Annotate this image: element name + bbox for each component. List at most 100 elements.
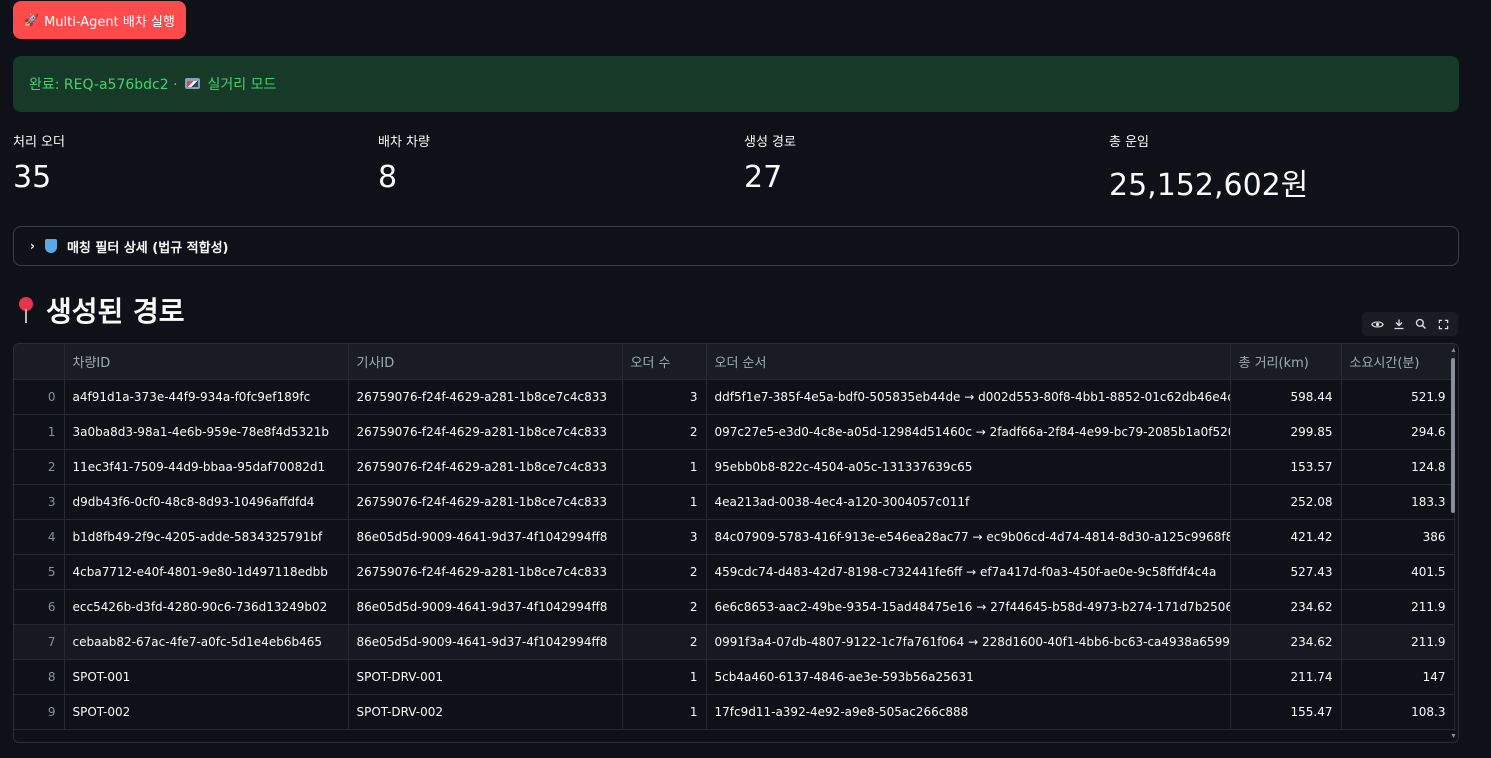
order-sequence-cell[interactable]: ddf5f1e7-385f-4e5a-bdf0-505835eb44de → d…: [706, 379, 1231, 415]
vehicle-id-cell[interactable]: SPOT-001: [64, 659, 349, 695]
order-count-cell[interactable]: 2: [622, 554, 707, 590]
driver-id-cell[interactable]: 26759076-f24f-4629-a281-1b8ce7c4c833: [348, 449, 623, 485]
row-index[interactable]: 3: [14, 484, 65, 520]
row-index[interactable]: 4: [14, 519, 65, 555]
order-count-cell[interactable]: 1: [622, 449, 707, 485]
eye-icon[interactable]: [1369, 316, 1385, 332]
column-header-driver-id[interactable]: 기사ID: [348, 344, 623, 380]
vehicle-id-cell[interactable]: ecc5426b-d3fd-4280-90c6-736d13249b02: [64, 589, 349, 625]
order-count-cell[interactable]: 2: [622, 414, 707, 450]
total-distance-cell[interactable]: 234.62: [1230, 589, 1342, 625]
column-header-duration[interactable]: 소요시간(분): [1341, 344, 1455, 380]
table-row[interactable]: 8 SPOT-001 SPOT-DRV-001 1 5cb4a460-6137-4846…: [14, 659, 1455, 695]
duration-cell[interactable]: 211.9: [1341, 589, 1455, 625]
driver-id-cell[interactable]: 26759076-f24f-4629-a281-1b8ce7c4c833: [348, 554, 623, 590]
duration-cell[interactable]: 386: [1341, 519, 1455, 555]
total-distance-cell[interactable]: 234.62: [1230, 624, 1342, 660]
table-row[interactable]: 5 4cba7712-e40f-4801-9e80-1d497118edbb 267…: [14, 554, 1455, 590]
column-header-order-count[interactable]: 오더 수: [622, 344, 707, 380]
duration-cell[interactable]: 211.9: [1341, 624, 1455, 660]
driver-id-cell[interactable]: 26759076-f24f-4629-a281-1b8ce7c4c833: [348, 379, 623, 415]
duration-cell[interactable]: 401.5: [1341, 554, 1455, 590]
total-distance-cell[interactable]: 421.42: [1230, 519, 1342, 555]
metric-value: 35: [13, 160, 52, 195]
order-count-cell[interactable]: 2: [622, 589, 707, 625]
driver-id-cell[interactable]: SPOT-DRV-002: [348, 694, 623, 730]
duration-cell[interactable]: 124.8: [1341, 449, 1455, 485]
table-row[interactable]: 9 SPOT-002 SPOT-DRV-002 1 17fc9d11-a392-4e92…: [14, 694, 1455, 730]
order-count-cell[interactable]: 3: [622, 519, 707, 555]
duration-cell[interactable]: 521.9: [1341, 379, 1455, 415]
order-sequence-cell[interactable]: 95ebb0b8-822c-4504-a05c-131337639c65: [706, 449, 1231, 485]
table-row[interactable]: 2 11ec3f41-7509-44d9-bbaa-95daf70082d1 267…: [14, 449, 1455, 485]
order-count-cell[interactable]: 1: [622, 694, 707, 730]
order-sequence-cell[interactable]: 6e6c8653-aac2-49be-9354-15ad48475e16 → 2…: [706, 589, 1231, 625]
driver-id-cell[interactable]: 86e05d5d-9009-4641-9d37-4f1042994ff8: [348, 519, 623, 555]
driver-id-cell[interactable]: 86e05d5d-9009-4641-9d37-4f1042994ff8: [348, 624, 623, 660]
table-row[interactable]: 4 b1d8fb49-2f9c-4205-adde-5834325791bf 86e…: [14, 519, 1455, 555]
vehicle-id-cell[interactable]: SPOT-002: [64, 694, 349, 730]
vehicle-id-cell[interactable]: 3a0ba8d3-98a1-4e6b-959e-78e8f4d5321b: [64, 414, 349, 450]
fullscreen-icon[interactable]: [1435, 316, 1451, 332]
total-distance-cell[interactable]: 527.43: [1230, 554, 1342, 590]
filter-details-expander[interactable]: › 매칭 필터 상세 (법규 적합성): [13, 226, 1459, 266]
routes-table[interactable]: 차량ID 기사ID 오더 수 오더 순서 총 거리(km) 소요시간(분) 0a…: [13, 343, 1459, 743]
order-count-cell[interactable]: 1: [622, 484, 707, 520]
scroll-up-icon[interactable]: ▲: [1450, 347, 1457, 354]
order-count-cell[interactable]: 3: [622, 379, 707, 415]
row-index[interactable]: 7: [14, 624, 65, 660]
scroll-down-icon[interactable]: ▼: [1450, 733, 1457, 740]
vehicle-id-cell[interactable]: a4f91d1a-373e-44f9-934a-f0fc9ef189fc: [64, 379, 349, 415]
order-sequence-cell[interactable]: 17fc9d11-a392-4e92-a9e8-505ac266c888: [706, 694, 1231, 730]
duration-cell[interactable]: 108.3: [1341, 694, 1455, 730]
duration-cell[interactable]: 294.6: [1341, 414, 1455, 450]
scrollbar-thumb[interactable]: [1451, 358, 1455, 513]
metric-value: 27: [744, 160, 783, 195]
order-count-cell[interactable]: 1: [622, 659, 707, 695]
driver-id-cell[interactable]: 86e05d5d-9009-4641-9d37-4f1042994ff8: [348, 589, 623, 625]
vehicle-id-cell[interactable]: d9db43f6-0cf0-48c8-8d93-10496affdfd4: [64, 484, 349, 520]
order-sequence-cell[interactable]: 4ea213ad-0038-4ec4-a120-3004057c011f: [706, 484, 1231, 520]
table-row[interactable]: 6 ecc5426b-d3fd-4280-90c6-736d13249b02 86e…: [14, 589, 1455, 625]
order-sequence-cell[interactable]: 84c07909-5783-416f-913e-e546ea28ac77 → e…: [706, 519, 1231, 555]
download-icon[interactable]: [1391, 316, 1407, 332]
row-index[interactable]: 9: [14, 694, 65, 730]
vehicle-id-cell[interactable]: 11ec3f41-7509-44d9-bbaa-95daf70082d1: [64, 449, 349, 485]
vertical-scrollbar[interactable]: ▲ ▼: [1450, 347, 1457, 740]
row-index[interactable]: 0: [14, 379, 65, 415]
order-sequence-cell[interactable]: 0991f3a4-07db-4807-9122-1c7fa761f064 → 2…: [706, 624, 1231, 660]
total-distance-cell[interactable]: 252.08: [1230, 484, 1342, 520]
order-count-cell[interactable]: 2: [622, 624, 707, 660]
order-sequence-cell[interactable]: 5cb4a460-6137-4846-ae3e-593b56a25631: [706, 659, 1231, 695]
row-index[interactable]: 5: [14, 554, 65, 590]
duration-cell[interactable]: 147: [1341, 659, 1455, 695]
total-distance-cell[interactable]: 153.57: [1230, 449, 1342, 485]
row-index[interactable]: 2: [14, 449, 65, 485]
search-icon[interactable]: [1413, 316, 1429, 332]
table-row[interactable]: 1 3a0ba8d3-98a1-4e6b-959e-78e8f4d5321b 267…: [14, 414, 1455, 450]
row-index[interactable]: 6: [14, 589, 65, 625]
table-row[interactable]: 3 d9db43f6-0cf0-48c8-8d93-10496affdfd4 267…: [14, 484, 1455, 520]
driver-id-cell[interactable]: 26759076-f24f-4629-a281-1b8ce7c4c833: [348, 484, 623, 520]
total-distance-cell[interactable]: 211.74: [1230, 659, 1342, 695]
total-distance-cell[interactable]: 299.85: [1230, 414, 1342, 450]
vehicle-id-cell[interactable]: cebaab82-67ac-4fe7-a0fc-5d1e4eb6b465: [64, 624, 349, 660]
column-header-total-distance[interactable]: 총 거리(km): [1230, 344, 1342, 380]
table-row[interactable]: 0 a4f91d1a-373e-44f9-934a-f0fc9ef189fc 267…: [14, 379, 1455, 415]
column-header-index[interactable]: [14, 344, 65, 380]
vehicle-id-cell[interactable]: 4cba7712-e40f-4801-9e80-1d497118edbb: [64, 554, 349, 590]
run-dispatch-button[interactable]: 🚀 Multi-Agent 배차 실행: [13, 1, 186, 39]
vehicle-id-cell[interactable]: b1d8fb49-2f9c-4205-adde-5834325791bf: [64, 519, 349, 555]
table-row[interactable]: 7 cebaab82-67ac-4fe7-a0fc-5d1e4eb6b465 86e…: [14, 624, 1455, 660]
column-header-order-sequence[interactable]: 오더 순서: [706, 344, 1231, 380]
order-sequence-cell[interactable]: 097c27e5-e3d0-4c8e-a05d-12984d51460c → 2…: [706, 414, 1231, 450]
order-sequence-cell[interactable]: 459cdc74-d483-42d7-8198-c732441fe6ff → e…: [706, 554, 1231, 590]
column-header-vehicle-id[interactable]: 차량ID: [64, 344, 349, 380]
row-index[interactable]: 8: [14, 659, 65, 695]
driver-id-cell[interactable]: SPOT-DRV-001: [348, 659, 623, 695]
total-distance-cell[interactable]: 155.47: [1230, 694, 1342, 730]
duration-cell[interactable]: 183.3: [1341, 484, 1455, 520]
row-index[interactable]: 1: [14, 414, 65, 450]
driver-id-cell[interactable]: 26759076-f24f-4629-a281-1b8ce7c4c833: [348, 414, 623, 450]
total-distance-cell[interactable]: 598.44: [1230, 379, 1342, 415]
